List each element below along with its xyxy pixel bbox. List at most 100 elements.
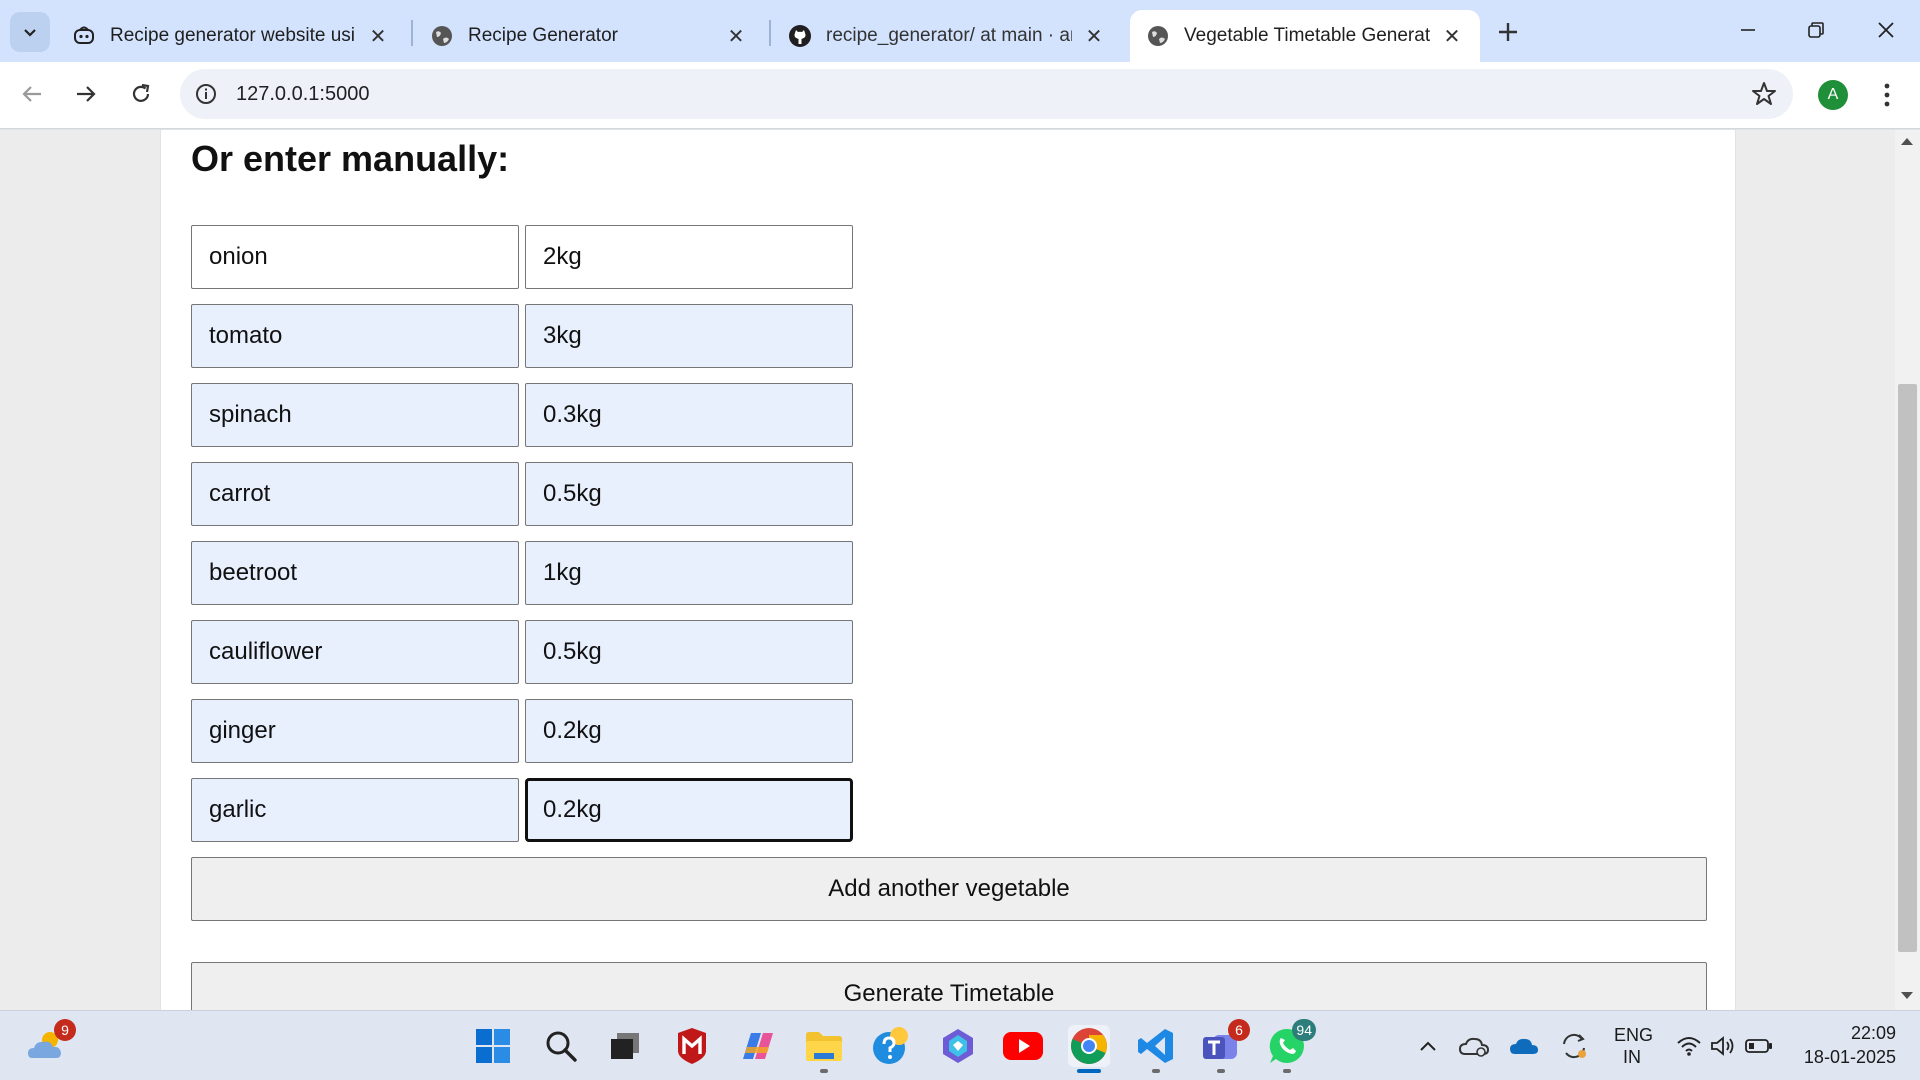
- globe-icon: [1146, 24, 1170, 48]
- vegetable-quantity-input[interactable]: [525, 778, 853, 842]
- vegetable-quantity-input[interactable]: [525, 462, 853, 526]
- browser-menu-button[interactable]: [1872, 78, 1902, 112]
- sync-tray[interactable]: [1556, 1025, 1592, 1067]
- chrome-app[interactable]: [1068, 1025, 1110, 1073]
- tab-recipe-generator-website[interactable]: Recipe generator website using ✕: [56, 10, 406, 62]
- vegetable-row: [191, 383, 853, 447]
- new-tab-button[interactable]: [1490, 14, 1526, 50]
- show-hidden-icons-button[interactable]: [1412, 1025, 1444, 1067]
- wifi-tray[interactable]: [1672, 1025, 1706, 1067]
- teams-app[interactable]: 6: [1200, 1019, 1250, 1073]
- plus-icon: [1499, 23, 1517, 41]
- whatsapp-app[interactable]: 94: [1266, 1019, 1316, 1073]
- close-tab-icon[interactable]: ✕: [366, 24, 390, 48]
- restore-button[interactable]: [1786, 8, 1846, 52]
- vegetable-quantity-input[interactable]: [525, 383, 853, 447]
- back-button[interactable]: [12, 74, 52, 114]
- get-help-app[interactable]: [870, 1025, 912, 1067]
- generate-timetable-button[interactable]: Generate Timetable: [191, 962, 1707, 1010]
- add-vegetable-button[interactable]: Add another vegetable: [191, 857, 1707, 921]
- file-explorer-app[interactable]: [803, 1025, 845, 1073]
- profile-avatar[interactable]: A: [1818, 80, 1848, 110]
- vegetable-name-input[interactable]: [191, 383, 519, 447]
- vegetable-name-input[interactable]: [191, 541, 519, 605]
- vegetable-name-input[interactable]: [191, 304, 519, 368]
- onedrive-icon: [1510, 1038, 1538, 1054]
- vegetable-name-input[interactable]: [191, 699, 519, 763]
- vegetable-name-input[interactable]: [191, 778, 519, 842]
- forward-button[interactable]: [66, 74, 106, 114]
- scrollbar-thumb[interactable]: [1898, 384, 1917, 952]
- tab-separator: [411, 20, 413, 46]
- tab-title: Recipe Generator: [468, 25, 618, 46]
- address-bar[interactable]: 127.0.0.1:5000: [180, 69, 1793, 119]
- chrome-icon: [1071, 1028, 1107, 1064]
- teams-badge: 6: [1228, 1019, 1250, 1041]
- page-scrollbar[interactable]: [1895, 130, 1920, 1010]
- minimize-button[interactable]: [1718, 8, 1778, 52]
- vegetable-row: [191, 620, 853, 684]
- vegetable-name-input[interactable]: [191, 225, 519, 289]
- cloud-sync-icon: [1459, 1037, 1489, 1057]
- weather-widget[interactable]: 9: [26, 1019, 76, 1067]
- weather-badge: 9: [54, 1019, 76, 1041]
- close-tab-icon[interactable]: ✕: [1440, 24, 1464, 48]
- tab-search-button[interactable]: [10, 12, 50, 52]
- tab-title: Recipe generator website using: [110, 25, 356, 46]
- vegetable-quantity-input[interactable]: [525, 304, 853, 368]
- tab-github-recipe-generator[interactable]: recipe_generator/ at main · anis ✕: [772, 10, 1122, 62]
- scroll-down-arrow-icon[interactable]: [1901, 992, 1913, 999]
- minimize-icon: [1741, 29, 1755, 31]
- running-indicator: [1283, 1069, 1291, 1073]
- site-info-icon[interactable]: [194, 82, 218, 106]
- language-indicator[interactable]: ENG IN: [1614, 1024, 1654, 1068]
- content-card: Or enter manually: onion 2kg tomato 3kg …: [160, 130, 1736, 1010]
- browser-toolbar: 127.0.0.1:5000 A: [0, 62, 1920, 129]
- close-tab-icon[interactable]: ✕: [724, 24, 748, 48]
- volume-tray[interactable]: [1706, 1025, 1740, 1067]
- search-button[interactable]: [540, 1025, 582, 1067]
- search-icon: [546, 1031, 577, 1062]
- bookmark-star-icon[interactable]: [1751, 81, 1777, 107]
- language-label: ENG: [1614, 1025, 1654, 1045]
- close-window-button[interactable]: [1856, 8, 1916, 52]
- sync-icon: [1563, 1033, 1586, 1059]
- mcafee-app[interactable]: [671, 1025, 713, 1067]
- task-view-button[interactable]: [604, 1025, 646, 1067]
- close-tab-icon[interactable]: ✕: [1082, 24, 1106, 48]
- microsoft-365-app[interactable]: [937, 1025, 979, 1067]
- running-indicator: [1217, 1069, 1225, 1073]
- vegetable-name-input[interactable]: [191, 462, 519, 526]
- mcafee-shield-icon: [678, 1028, 706, 1064]
- url-text[interactable]: 127.0.0.1:5000: [236, 83, 369, 106]
- m365-icon: [943, 1029, 973, 1063]
- vegetable-quantity-input[interactable]: [525, 699, 853, 763]
- vegetable-quantity-input[interactable]: [525, 541, 853, 605]
- tab-recipe-generator[interactable]: Recipe Generator ✕: [414, 10, 764, 62]
- clock-time: 22:09: [1850, 1023, 1896, 1043]
- tab-title: recipe_generator/ at main · anis: [826, 25, 1072, 46]
- tab-vegetable-timetable-generator[interactable]: Vegetable Timetable Generator ✕: [1130, 10, 1480, 62]
- reload-button[interactable]: [121, 74, 161, 114]
- onedrive-tray[interactable]: [1506, 1025, 1542, 1067]
- vegetable-name-input[interactable]: [191, 620, 519, 684]
- start-button[interactable]: [472, 1025, 514, 1067]
- running-indicator: [820, 1069, 828, 1073]
- close-icon: [1878, 22, 1894, 38]
- vegetable-quantity-input[interactable]: [525, 620, 853, 684]
- clock[interactable]: 22:09 18-01-2025: [1786, 1021, 1896, 1069]
- vegetable-quantity-input[interactable]: [525, 225, 853, 289]
- vegetable-row: [191, 304, 853, 368]
- more-vert-icon: [1884, 83, 1890, 107]
- scroll-up-arrow-icon[interactable]: [1901, 138, 1913, 145]
- vscode-app[interactable]: [1135, 1025, 1177, 1073]
- copilot-app[interactable]: [737, 1025, 779, 1067]
- youtube-app[interactable]: [1002, 1025, 1044, 1067]
- copilot-icon: [72, 24, 96, 48]
- battery-tray[interactable]: [1742, 1025, 1776, 1067]
- cloud-sync-tray[interactable]: [1456, 1025, 1492, 1067]
- vegetable-row: [191, 778, 853, 842]
- help-icon: [873, 1027, 908, 1064]
- github-icon: [788, 24, 812, 48]
- vegetable-row: [191, 541, 853, 605]
